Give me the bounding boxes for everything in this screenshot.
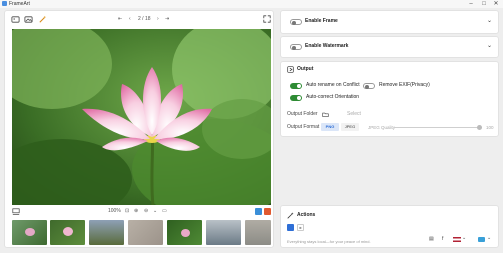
slider-thumb[interactable] bbox=[477, 125, 482, 130]
thumbnail-7[interactable] bbox=[245, 220, 271, 245]
gallery-icon[interactable] bbox=[12, 208, 20, 216]
stop-button[interactable]: ■ bbox=[297, 224, 304, 231]
output-format-label: Output Format bbox=[287, 124, 320, 130]
jpeg-quality-value: 100 bbox=[486, 125, 494, 130]
enable-watermark-toggle[interactable] bbox=[290, 44, 302, 50]
format-selector: PNG JPEG bbox=[321, 123, 361, 131]
page-counter: 2 / 18 bbox=[138, 16, 151, 22]
screen-icon[interactable]: ▭ bbox=[162, 207, 167, 216]
fullscreen-icon[interactable] bbox=[263, 15, 271, 23]
zoom-level: 100% bbox=[108, 208, 121, 214]
auto-orient-toggle[interactable] bbox=[290, 95, 302, 101]
minimize-button[interactable]: – bbox=[465, 0, 477, 8]
maximize-button[interactable]: □ bbox=[478, 0, 490, 8]
play-icon bbox=[289, 231, 293, 236]
fit-icon[interactable]: ⊡ bbox=[125, 207, 129, 216]
frame-card: Enable Frame ⌄ bbox=[280, 10, 499, 34]
footer-tagline: Everything stays local—for your peace of… bbox=[287, 239, 371, 244]
zoom-in-icon[interactable]: ⊕ bbox=[134, 207, 138, 216]
window-title: FrameArt bbox=[9, 1, 30, 7]
jpeg-quality-label: JPEG Quality bbox=[368, 125, 396, 130]
zoom-out-icon[interactable]: ⊖ bbox=[144, 207, 148, 216]
enable-frame-label: Enable Frame bbox=[305, 18, 338, 24]
chevron-down-icon[interactable]: ⌄ bbox=[487, 43, 492, 50]
auto-rename-toggle[interactable] bbox=[290, 83, 302, 89]
jpeg-quality-slider[interactable] bbox=[394, 125, 482, 130]
title-bar: FrameArt – □ ✕ bbox=[0, 0, 503, 8]
magic-wand-icon[interactable] bbox=[38, 15, 47, 24]
add-image-icon[interactable] bbox=[11, 15, 20, 24]
image-icon[interactable] bbox=[24, 15, 33, 24]
main-photo bbox=[12, 29, 271, 205]
viewer-bottom-toolbar: 100% ⊡ ⊕ ⊖ ⌄ ▭ bbox=[5, 207, 273, 217]
viewer-toolbar: ⇤ ‹ 2 / 18 › ⇥ bbox=[5, 11, 273, 29]
thumbnail-3[interactable] bbox=[89, 220, 124, 245]
wand-icon bbox=[287, 212, 294, 219]
remove-exif-label: Remove EXIF(Privacy) bbox=[379, 82, 430, 88]
thumbnail-4[interactable] bbox=[128, 220, 163, 245]
run-button[interactable] bbox=[287, 224, 294, 236]
app-icon bbox=[2, 1, 7, 6]
thumbnail-6[interactable] bbox=[206, 220, 241, 245]
output-card: Output Auto rename on Conflict Remove EX… bbox=[280, 61, 499, 137]
lotus-photo bbox=[12, 29, 271, 205]
delete-icon[interactable] bbox=[264, 208, 271, 215]
chevron-down-icon[interactable]: ⌄ bbox=[153, 207, 157, 216]
prev-button[interactable]: ‹ bbox=[129, 15, 131, 24]
actions-title: Actions bbox=[297, 212, 316, 218]
language-flag-icon[interactable] bbox=[453, 237, 461, 242]
folder-icon[interactable] bbox=[322, 111, 329, 118]
image-viewer-pane: ⇤ ‹ 2 / 18 › ⇥ 100% ⊡ ⊕ ⊖ ⌄ ▭ bbox=[4, 10, 274, 248]
thumbnail-2[interactable] bbox=[50, 220, 85, 245]
chevron-down-icon[interactable]: ⌄ bbox=[462, 235, 466, 242]
auto-rename-label: Auto rename on Conflict bbox=[306, 82, 360, 88]
format-png-button[interactable]: PNG bbox=[321, 123, 339, 131]
actions-card: Actions ■ Everything stays local—for you… bbox=[280, 205, 499, 248]
enable-frame-toggle[interactable] bbox=[290, 19, 302, 25]
output-folder-label: Output Folder bbox=[287, 111, 318, 117]
first-button[interactable]: ⇤ bbox=[118, 15, 122, 24]
next-button[interactable]: › bbox=[157, 15, 159, 24]
export-icon[interactable] bbox=[255, 208, 262, 215]
auto-orient-label: Auto-correct Orientation bbox=[306, 94, 360, 100]
chevron-down-icon[interactable]: ⌄ bbox=[487, 235, 491, 242]
feedback-icon[interactable]: ▤ bbox=[429, 236, 434, 243]
output-title: Output bbox=[297, 66, 314, 72]
facebook-icon[interactable]: f bbox=[442, 236, 443, 243]
chevron-down-icon[interactable]: ⌄ bbox=[487, 18, 492, 25]
theme-icon[interactable] bbox=[478, 237, 485, 242]
enable-watermark-label: Enable Watermark bbox=[305, 43, 349, 49]
last-button[interactable]: ⇥ bbox=[165, 15, 169, 24]
thumbnail-5[interactable] bbox=[167, 220, 202, 245]
thumbnail-1[interactable] bbox=[12, 220, 47, 245]
output-folder-input[interactable]: Select bbox=[347, 111, 361, 118]
format-jpeg-button[interactable]: JPEG bbox=[341, 123, 359, 131]
watermark-card: Enable Watermark ⌄ bbox=[280, 36, 499, 58]
output-icon bbox=[287, 66, 294, 73]
close-button[interactable]: ✕ bbox=[490, 0, 502, 8]
thumbnail-strip bbox=[5, 218, 273, 247]
remove-exif-toggle[interactable] bbox=[363, 83, 375, 89]
